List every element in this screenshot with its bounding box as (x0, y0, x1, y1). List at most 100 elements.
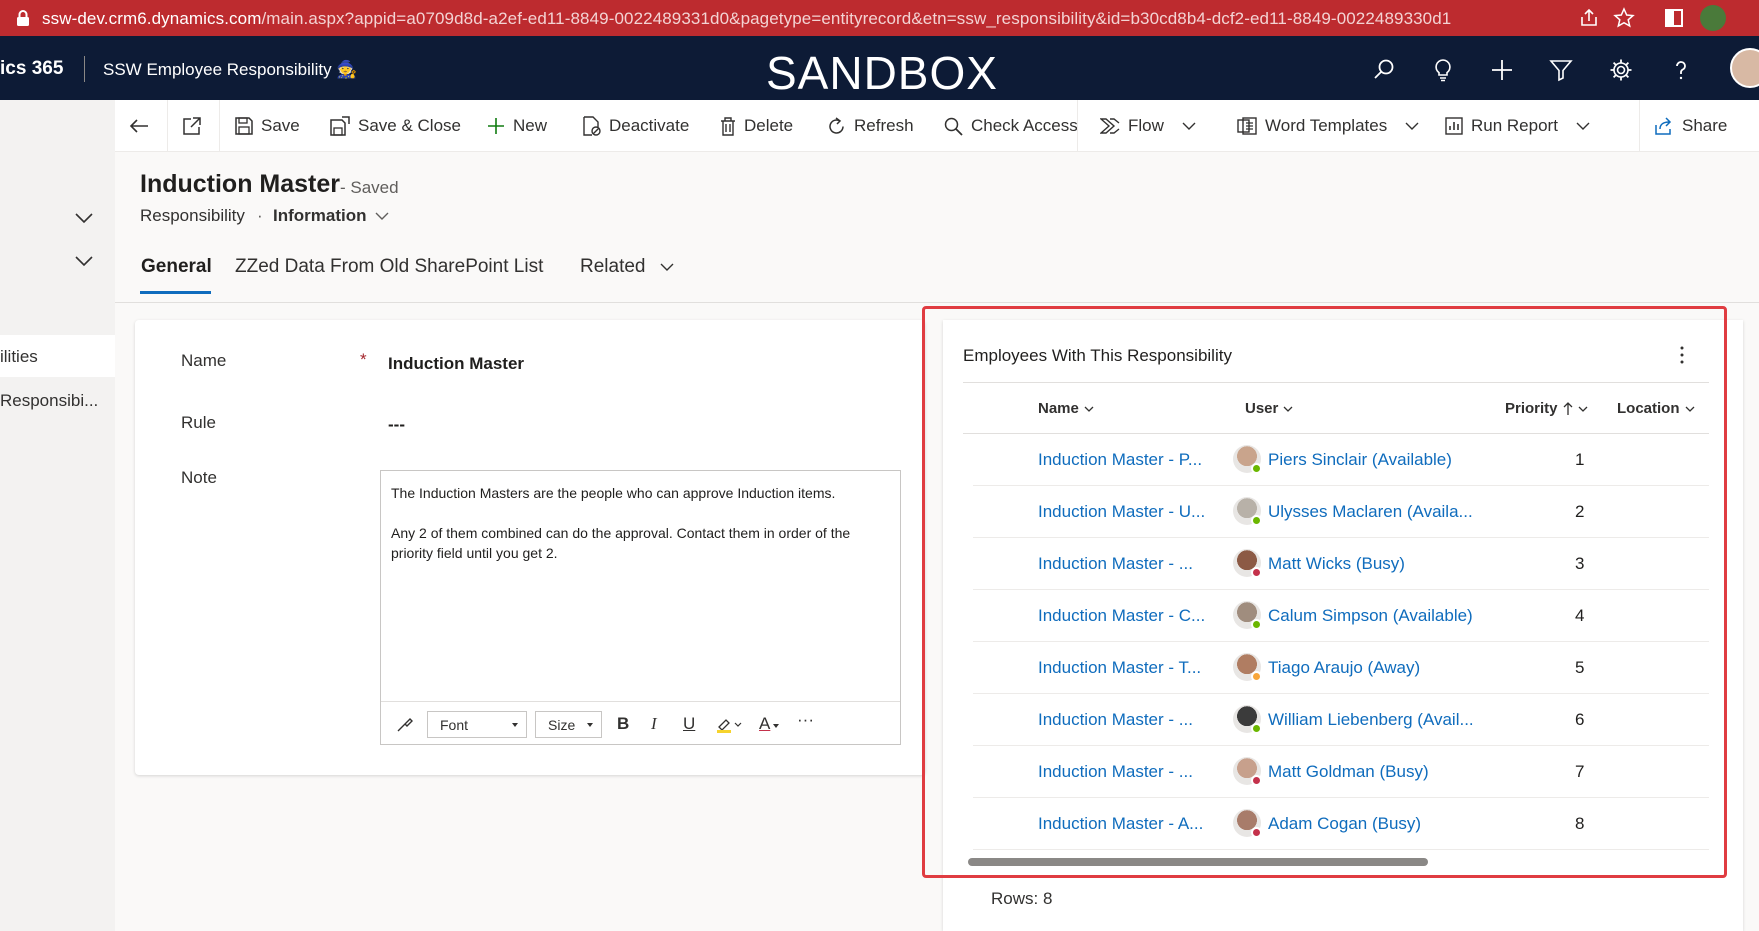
responsibility-link[interactable]: Induction Master - P... (1038, 450, 1202, 470)
product-name[interactable]: ics 365 (0, 58, 63, 80)
check-access-button[interactable]: Check Access (944, 115, 1078, 137)
flow-label: Flow (1128, 116, 1164, 135)
open-new-window-icon[interactable] (182, 116, 202, 136)
table-row[interactable]: Induction Master - U... Ulysses Maclaren … (963, 486, 1709, 538)
share-button[interactable]: Share (1655, 115, 1727, 137)
word-templates-label: Word Templates (1265, 116, 1388, 135)
user-link[interactable]: Matt Wicks (Busy) (1268, 554, 1405, 574)
lightbulb-icon[interactable] (1431, 58, 1455, 82)
font-select[interactable]: Font (427, 711, 527, 738)
chevron-down-icon[interactable] (74, 212, 94, 224)
magnifier-icon (944, 117, 963, 136)
share-label: Share (1682, 116, 1728, 135)
deactivate-button[interactable]: Deactivate (583, 115, 689, 137)
search-icon[interactable] (1372, 58, 1396, 82)
refresh-label: Refresh (854, 116, 914, 135)
user-link[interactable]: Ulysses Maclaren (Availa... (1268, 502, 1473, 522)
address-url[interactable]: ssw-dev.crm6.dynamics.com/main.aspx?appi… (42, 9, 1451, 29)
column-header-location[interactable]: Location (1617, 400, 1695, 417)
tab-zzed-data[interactable]: ZZed Data From Old SharePoint List (235, 256, 543, 278)
table-row[interactable]: Induction Master - ... William Liebenberg… (963, 694, 1709, 746)
entity-name: Responsibility (140, 206, 245, 225)
app-name[interactable]: SSW Employee Responsibility 🧙 (103, 60, 358, 80)
priority-cell: 4 (1575, 606, 1585, 625)
rule-field[interactable]: --- (388, 415, 405, 435)
table-row[interactable]: Induction Master - C... Calum Simpson (Av… (963, 590, 1709, 642)
chevron-down-icon (1182, 122, 1196, 130)
tab-general[interactable]: General (141, 256, 212, 278)
priority-cell: 1 (1575, 450, 1585, 469)
required-indicator: * (360, 350, 367, 369)
plus-icon[interactable] (1490, 58, 1514, 82)
bookmark-star-icon[interactable] (1613, 7, 1635, 29)
priority-cell: 6 (1575, 710, 1585, 729)
column-header-user[interactable]: User (1245, 400, 1293, 417)
responsibility-link[interactable]: Induction Master - A... (1038, 814, 1203, 834)
user-avatar[interactable] (1730, 48, 1759, 88)
active-tab-indicator (140, 291, 211, 294)
chevron-down-icon (1578, 406, 1587, 412)
priority-cell: 5 (1575, 658, 1585, 677)
run-report-label: Run Report (1471, 116, 1558, 135)
help-icon[interactable] (1669, 58, 1693, 82)
rule-label: Rule (181, 413, 216, 432)
sidebar-item-responsibilities[interactable]: ilities (0, 335, 115, 377)
bold-button[interactable]: B (617, 714, 629, 734)
filter-icon[interactable] (1549, 58, 1573, 82)
user-link[interactable]: Calum Simpson (Available) (1268, 606, 1473, 626)
chevron-down-icon[interactable] (74, 255, 94, 267)
run-report-button[interactable]: Run Report (1445, 115, 1590, 137)
user-link[interactable]: Tiago Araujo (Away) (1268, 658, 1420, 678)
flow-button[interactable]: Flow (1100, 115, 1196, 137)
table-row[interactable]: Induction Master - P... Piers Sinclair (A… (963, 434, 1709, 486)
save-close-button[interactable]: Save & Close (330, 115, 461, 137)
word-templates-button[interactable]: Word Templates (1237, 115, 1419, 137)
column-header-priority[interactable]: Priority (1505, 400, 1588, 417)
responsibility-link[interactable]: Induction Master - C... (1038, 606, 1205, 626)
table-row[interactable]: Induction Master - A... Adam Cogan (Busy)… (963, 798, 1709, 850)
format-painter-icon[interactable] (396, 715, 414, 733)
highlight-color-icon[interactable] (716, 715, 742, 733)
presence-status-icon (1251, 671, 1262, 682)
share-page-icon[interactable] (1578, 7, 1600, 29)
name-field[interactable]: Induction Master (388, 354, 524, 374)
horizontal-scrollbar[interactable] (968, 858, 1428, 866)
responsibility-link[interactable]: Induction Master - T... (1038, 658, 1201, 678)
font-color-button[interactable]: A (759, 714, 770, 734)
table-row[interactable]: Induction Master - ... Matt Goldman (Busy… (963, 746, 1709, 798)
more-options-button[interactable]: ··· (797, 710, 814, 730)
save-label: Save (261, 116, 300, 135)
app-header: ics 365 SSW Employee Responsibility 🧙 SA… (0, 36, 1759, 100)
delete-button[interactable]: Delete (720, 115, 793, 137)
responsibility-link[interactable]: Induction Master - ... (1038, 710, 1193, 730)
caret-down-icon[interactable] (773, 724, 779, 728)
note-editor[interactable]: The Induction Masters are the people who… (380, 470, 901, 745)
size-select[interactable]: Size (535, 711, 602, 738)
underline-button[interactable]: U (683, 714, 695, 734)
responsibility-link[interactable]: Induction Master - ... (1038, 762, 1193, 782)
save-button[interactable]: Save (235, 115, 300, 137)
table-row[interactable]: Induction Master - T... Tiago Araujo (Awa… (963, 642, 1709, 694)
user-link[interactable]: Matt Goldman (Busy) (1268, 762, 1429, 782)
user-link[interactable]: William Liebenberg (Avail... (1268, 710, 1474, 730)
new-button[interactable]: New (487, 115, 547, 137)
column-header-name[interactable]: Name (1038, 400, 1094, 417)
tab-related[interactable]: Related (580, 256, 674, 278)
sidebar-item-responsibility[interactable]: Responsibi... (0, 379, 115, 421)
refresh-button[interactable]: Refresh (827, 115, 914, 137)
user-link[interactable]: Piers Sinclair (Available) (1268, 450, 1452, 470)
save-close-label: Save & Close (358, 116, 461, 135)
back-arrow-icon[interactable] (129, 118, 149, 134)
profile-avatar[interactable] (1700, 5, 1726, 31)
responsibility-link[interactable]: Induction Master - U... (1038, 502, 1205, 522)
more-vertical-icon[interactable] (1680, 346, 1684, 364)
responsibility-link[interactable]: Induction Master - ... (1038, 554, 1193, 574)
table-row[interactable]: Induction Master - ... Matt Wicks (Busy) 3 (963, 538, 1709, 590)
name-label: Name (181, 351, 227, 370)
sidebar-toggle-icon[interactable] (1663, 7, 1685, 29)
gear-icon[interactable] (1609, 58, 1633, 82)
note-text[interactable]: The Induction Masters are the people who… (391, 483, 896, 563)
form-selector[interactable]: Information (273, 206, 389, 226)
user-link[interactable]: Adam Cogan (Busy) (1268, 814, 1421, 834)
italic-button[interactable]: I (651, 714, 657, 734)
